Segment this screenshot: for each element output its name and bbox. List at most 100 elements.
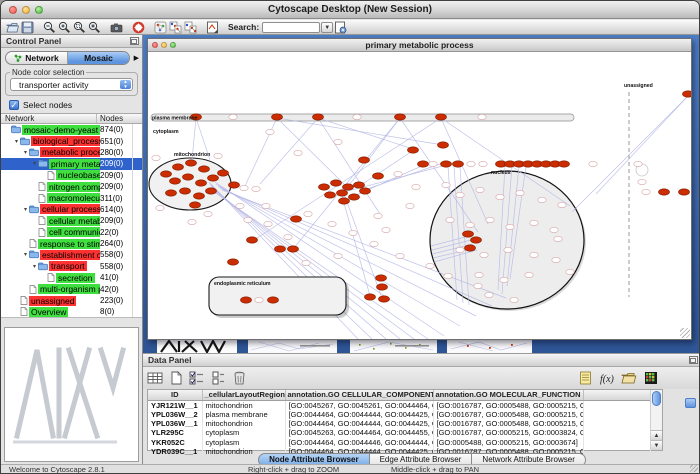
- network-node[interactable]: [328, 221, 336, 226]
- node-color-select[interactable]: transporter activity ▲▼: [10, 78, 133, 91]
- background-windows[interactable]: [149, 340, 694, 353]
- network-node-selected[interactable]: [441, 161, 452, 167]
- network-node[interactable]: [467, 161, 475, 166]
- frame-resize-grip[interactable]: [680, 328, 690, 338]
- network-node-selected[interactable]: [331, 180, 342, 186]
- network-node[interactable]: [506, 224, 514, 229]
- network-node[interactable]: [255, 297, 263, 302]
- network-node[interactable]: [252, 186, 260, 191]
- tab-mosaic[interactable]: Mosaic: [67, 52, 129, 64]
- network-node[interactable]: [229, 114, 237, 119]
- scroll-down-icon[interactable]: ▼: [651, 440, 662, 450]
- tree-row[interactable]: Overview8(0): [1, 306, 142, 317]
- network-node-selected[interactable]: [218, 170, 229, 176]
- tree-row[interactable]: mosaic-demo-yeast874(0): [1, 124, 142, 135]
- network-node[interactable]: [466, 222, 474, 227]
- network-node[interactable]: [558, 202, 566, 207]
- table-column-header[interactable]: annotation.GO MOLECULAR_FUNCTION: [433, 390, 583, 400]
- network-node[interactable]: [412, 184, 420, 189]
- new-attribute-icon[interactable]: [168, 370, 184, 386]
- network-node-selected[interactable]: [418, 161, 429, 167]
- table-column-header[interactable]: _cellularLayoutRegion: [202, 390, 285, 400]
- network-node-selected[interactable]: [376, 275, 387, 281]
- network-node-selected[interactable]: [453, 161, 464, 167]
- network-node-selected[interactable]: [365, 294, 376, 300]
- table-cell[interactable]: [GO:0016787, GO:0005215, GO:0003824, G..…: [433, 428, 583, 437]
- network-node[interactable]: [426, 263, 434, 268]
- network-node-selected[interactable]: [199, 166, 210, 172]
- network-node[interactable]: [294, 150, 302, 155]
- network-node-selected[interactable]: [183, 174, 194, 180]
- network-node[interactable]: [446, 217, 454, 222]
- network-node[interactable]: [530, 252, 538, 257]
- network-node-selected[interactable]: [354, 182, 365, 188]
- network-node-selected[interactable]: [349, 194, 360, 200]
- network-node-selected[interactable]: [359, 157, 370, 163]
- network-node[interactable]: [156, 205, 164, 210]
- network-canvas[interactable]: plasma membranecytoplasmmitochondrionnuc…: [148, 52, 691, 339]
- unselect-attributes-icon[interactable]: [210, 370, 226, 386]
- formula-icon[interactable]: f(x): [599, 370, 615, 386]
- network-node-selected[interactable]: [268, 297, 279, 303]
- merge-networks-alt-icon[interactable]: [183, 20, 198, 34]
- network-node[interactable]: [442, 182, 450, 187]
- tree-row[interactable]: nitrogen compou209(0): [1, 181, 142, 192]
- network-node-selected[interactable]: [436, 114, 447, 120]
- minimize-button[interactable]: [22, 6, 30, 14]
- network-node[interactable]: [550, 227, 558, 232]
- network-node-selected[interactable]: [337, 190, 348, 196]
- table-cell[interactable]: mitochondrion: [202, 400, 285, 410]
- network-node[interactable]: [638, 179, 646, 184]
- network-node-selected[interactable]: [196, 180, 207, 186]
- select-nodes-checkbox[interactable]: ✓: [9, 100, 19, 110]
- network-node[interactable]: [370, 241, 378, 246]
- network-node[interactable]: [236, 203, 244, 208]
- network-node[interactable]: [304, 211, 312, 216]
- tree-row[interactable]: multi-organism pro42(0): [1, 283, 142, 294]
- network-node[interactable]: [510, 297, 518, 302]
- network-node-selected[interactable]: [161, 171, 172, 177]
- network-node[interactable]: [244, 217, 252, 222]
- network-node-selected[interactable]: [471, 237, 482, 243]
- tree-row[interactable]: cellular metaboli209(0): [1, 215, 142, 226]
- network-node[interactable]: [530, 220, 538, 225]
- network-node[interactable]: [374, 213, 382, 218]
- table-cell[interactable]: [GO:0016787, GO:0005488, GO:0005215, G..…: [433, 410, 583, 419]
- network-node-selected[interactable]: [206, 188, 217, 194]
- network-node-selected[interactable]: [208, 175, 219, 181]
- network-node[interactable]: [240, 185, 248, 190]
- network-node[interactable]: [486, 217, 494, 222]
- network-node[interactable]: [334, 253, 342, 258]
- network-node-selected[interactable]: [186, 160, 197, 166]
- expander-icon[interactable]: ▾: [31, 160, 38, 167]
- table-column-header[interactable]: [583, 390, 650, 400]
- table-cell[interactable]: mitochondrion: [202, 419, 285, 428]
- network-node-selected[interactable]: [173, 164, 184, 170]
- network-node[interactable]: [349, 230, 357, 235]
- network-node[interactable]: [262, 203, 270, 208]
- network-node[interactable]: [382, 227, 390, 232]
- table-cell[interactable]: [GO:0044464, GO:0044444, GO:0044425, G..…: [285, 419, 433, 428]
- network-node-selected[interactable]: [291, 216, 302, 222]
- zoom-out-icon[interactable]: [42, 20, 57, 34]
- network-node[interactable]: [552, 257, 560, 262]
- network-node[interactable]: [634, 161, 642, 166]
- table-cell[interactable]: YPL036W__2: [148, 410, 202, 419]
- table-cell[interactable]: [GO:0045263, GO:0044464, GO:0044455, G..…: [285, 428, 433, 437]
- network-node-selected[interactable]: [241, 297, 252, 303]
- tree-row[interactable]: ▾primary metabolic pr209(0): [1, 158, 142, 169]
- merge-networks-icon[interactable]: [168, 20, 183, 34]
- network-node[interactable]: [480, 252, 488, 257]
- tree-row[interactable]: secretion41(0): [1, 272, 142, 283]
- table-cell[interactable]: [GO:0044464, GO:0044446, GO:0044444, G..…: [285, 438, 433, 447]
- table-cell[interactable]: [583, 428, 650, 437]
- network-node-selected[interactable]: [288, 246, 299, 252]
- network-node-selected[interactable]: [395, 114, 406, 120]
- tab-overflow-icon[interactable]: ▶: [130, 54, 139, 62]
- zoom-fit-icon[interactable]: [87, 20, 102, 34]
- float-data-panel-icon[interactable]: [689, 356, 698, 364]
- network-node-selected[interactable]: [559, 161, 570, 167]
- network-node-selected[interactable]: [679, 189, 690, 195]
- birdseye-icon[interactable]: [153, 20, 168, 34]
- table-scrollbar-thumb[interactable]: [652, 391, 661, 406]
